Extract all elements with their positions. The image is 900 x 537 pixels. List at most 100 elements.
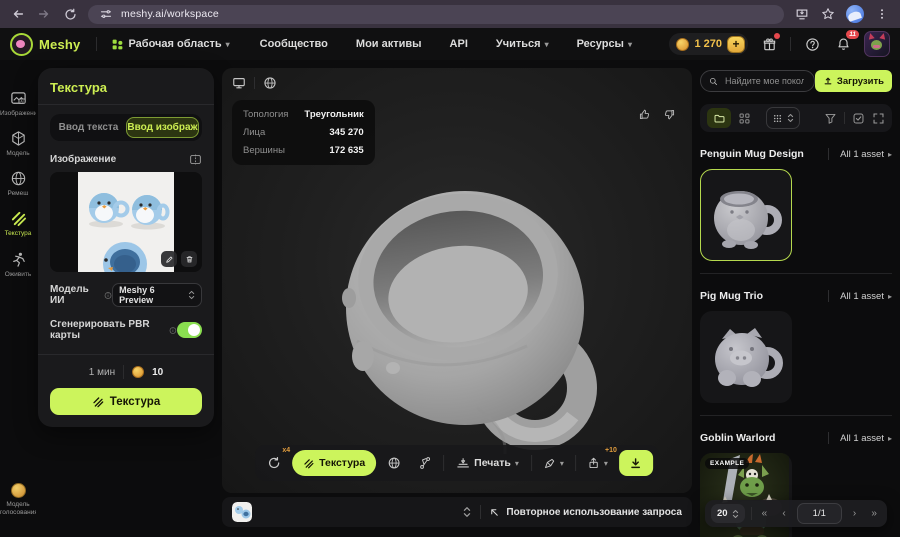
select-chevrons-icon <box>732 509 738 518</box>
rewards-button[interactable] <box>759 33 780 54</box>
chevron-down-icon: ▾ <box>627 39 632 49</box>
brand-name: Meshy <box>39 36 81 52</box>
chevron-right-icon: ▸ <box>887 149 892 159</box>
workspace-selector[interactable]: Рабочая область ▾ <box>111 38 230 51</box>
section-count-link[interactable]: All 1 asset ▸ <box>828 148 892 160</box>
forward-icon[interactable] <box>36 6 52 22</box>
cost-row: 1 мин 10 <box>50 365 202 379</box>
remesh-tool-button[interactable] <box>381 450 407 476</box>
asset-search[interactable] <box>700 70 815 92</box>
reference-image-thumbnail[interactable] <box>50 172 202 272</box>
3d-viewport[interactable]: Топология Треугольник Лица 345 270 Верши… <box>222 68 692 493</box>
chevron-down-icon: ▾ <box>559 458 564 468</box>
tab-text-input[interactable]: Ввод текста <box>53 117 124 138</box>
pbr-toggle[interactable] <box>176 322 202 338</box>
prev-page-button[interactable]: ‹ <box>777 508 791 519</box>
rail-item-model-voting[interactable]: Модель голосования <box>0 482 36 517</box>
voting-coin-icon <box>10 482 26 498</box>
folder-view-button[interactable] <box>707 108 731 128</box>
time-estimate: 1 мин <box>88 366 116 378</box>
site-settings-icon[interactable] <box>98 6 114 22</box>
add-credits-button[interactable]: + <box>727 35 745 53</box>
credits-count: 1 270 <box>694 38 722 50</box>
nav-api[interactable]: API <box>450 38 468 50</box>
section-count-link[interactable]: All 1 asset ▸ <box>828 290 892 302</box>
image-ai-icon: AI <box>10 92 26 104</box>
nav-community[interactable]: Сообщество <box>260 38 328 50</box>
upload-button[interactable]: Загрузить <box>814 70 892 92</box>
3d-print-icon <box>457 458 469 468</box>
stylize-button[interactable]: ▾ <box>537 450 570 476</box>
mug-3d-model <box>342 191 597 455</box>
user-avatar[interactable] <box>864 31 890 57</box>
expand-prompt-icon[interactable] <box>462 506 472 518</box>
section-header-penguin: Penguin Mug Design All 1 asset ▸ <box>700 148 892 160</box>
browser-menu-icon[interactable] <box>874 6 890 22</box>
texture-icon <box>93 396 104 407</box>
reload-icon[interactable] <box>62 6 78 22</box>
prompt-thumbnail[interactable] <box>232 502 252 522</box>
last-page-button[interactable]: » <box>867 508 881 519</box>
select-assets-icon[interactable] <box>852 112 865 125</box>
compare-icon[interactable] <box>189 153 202 166</box>
download-button[interactable] <box>618 450 653 476</box>
notifications-badge: 11 <box>846 30 859 39</box>
first-page-button[interactable]: « <box>758 508 772 519</box>
svg-text:AI: AI <box>20 99 23 103</box>
rail-item-animate[interactable]: Оживить <box>0 251 36 279</box>
nav-resources[interactable]: Ресурсы ▾ <box>577 38 632 50</box>
expand-panel-icon[interactable] <box>872 112 885 125</box>
texture-panel: Текстура Ввод текста Ввод изображ Изобра… <box>38 68 214 427</box>
next-page-button[interactable]: › <box>848 508 862 519</box>
search-input[interactable] <box>722 75 806 87</box>
assets-toolbar <box>700 104 892 132</box>
retry-count-badge: x4 <box>282 447 291 454</box>
asset-card-pig-mug[interactable] <box>700 311 792 403</box>
regenerate-button[interactable]: x4 <box>261 447 291 476</box>
thumbs-down-icon[interactable] <box>663 108 676 121</box>
tab-image-input[interactable]: Ввод изображ <box>126 117 199 138</box>
rail-item-image[interactable]: AI Изображение <box>0 90 36 118</box>
url-text: meshy.ai/workspace <box>121 8 219 20</box>
notifications-button[interactable]: 11 <box>833 30 859 54</box>
section-header-pig: Pig Mug Trio All 1 asset ▸ <box>700 290 892 302</box>
shaded-view-icon[interactable] <box>232 76 246 90</box>
print-button[interactable]: Печать ▾ <box>449 450 526 476</box>
nav-my-assets[interactable]: Мои активы <box>356 38 422 50</box>
generate-texture-button[interactable]: Текстура <box>50 388 202 415</box>
pig-mug-preview <box>715 328 783 387</box>
chevron-right-icon: ▸ <box>887 291 892 301</box>
grid-size-select[interactable] <box>766 107 800 129</box>
thumbs-up-icon[interactable] <box>638 108 651 121</box>
back-icon[interactable] <box>10 6 26 22</box>
ai-model-select[interactable]: Meshy 6 Preview <box>112 283 202 307</box>
grid-view-icon[interactable] <box>738 112 751 125</box>
wireframe-view-icon[interactable] <box>263 76 277 90</box>
delete-image-button[interactable] <box>181 251 197 267</box>
share-button[interactable]: ▾ +10 <box>581 447 617 476</box>
edit-image-button[interactable] <box>161 251 177 267</box>
install-icon[interactable] <box>794 6 810 22</box>
help-button[interactable] <box>802 34 822 54</box>
filter-icon[interactable] <box>824 112 837 125</box>
asset-card-penguin-mug[interactable] <box>700 169 792 261</box>
texture-tool-button[interactable]: Текстура <box>292 450 377 476</box>
pencil-icon <box>165 256 172 263</box>
section-count-link[interactable]: All 1 asset ▸ <box>828 432 892 444</box>
upload-icon <box>824 77 832 85</box>
page-size-select[interactable]: 20 <box>711 504 745 523</box>
browser-profile-avatar[interactable] <box>846 5 864 23</box>
credits-pill[interactable]: 1 270 + <box>669 33 748 55</box>
rail-item-remesh[interactable]: Ремеш <box>0 170 36 198</box>
meshy-logo-icon <box>10 32 33 56</box>
rig-tool-button[interactable] <box>412 450 438 476</box>
bookmark-star-icon[interactable] <box>820 6 836 22</box>
rail-item-model[interactable]: Модель <box>0 130 36 158</box>
address-bar[interactable]: meshy.ai/workspace <box>88 4 784 24</box>
rail-item-texture[interactable]: Текстура <box>0 210 36 238</box>
meshy-logo[interactable]: Meshy <box>10 32 81 56</box>
reuse-prompt-button[interactable]: Повторное использование запроса <box>489 507 682 518</box>
info-icon <box>169 326 177 334</box>
viewport-view-modes <box>232 76 277 90</box>
nav-learn[interactable]: Учиться ▾ <box>496 38 549 50</box>
